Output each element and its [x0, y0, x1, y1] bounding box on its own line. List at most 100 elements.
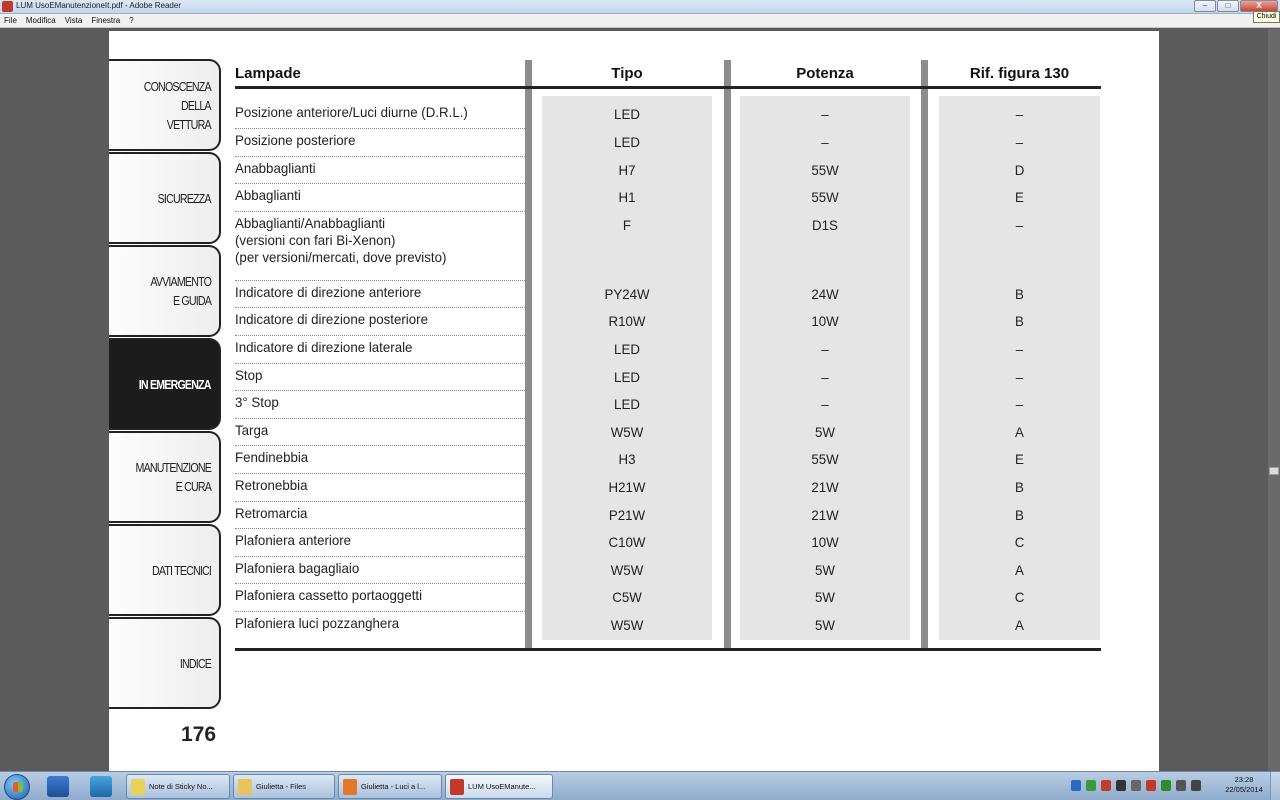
cell-rif: B [1015, 313, 1024, 329]
table-row: Stop LED – – [235, 364, 1101, 391]
cell-potenza: – [821, 369, 829, 385]
show-desktop-button[interactable] [1270, 772, 1280, 800]
cell-rif: E [1015, 451, 1024, 467]
adobe-reader-icon [2, 1, 13, 12]
section-tab-label: SICUREZZA [157, 190, 212, 206]
device-icon[interactable] [1176, 780, 1186, 791]
section-tab-label: MANUTENZIONE E CURA [135, 460, 212, 494]
scrollbar-thumb[interactable] [1269, 467, 1279, 475]
section-tab[interactable]: IN EMERGENZA [109, 338, 221, 430]
cell-tipo: H21W [608, 479, 646, 495]
lamp-name: Stop [235, 367, 263, 383]
start-button[interactable] [4, 774, 30, 800]
cell-potenza: 5W [815, 424, 835, 440]
lamp-name: Retronebbia [235, 477, 308, 493]
taskbar: Note di Sticky No... Giulietta - Files Giu… [0, 771, 1280, 800]
vertical-scrollbar[interactable] [1268, 29, 1280, 771]
title-bar: LUM UsoEManutenzioneIt.pdf - Adobe Reade… [0, 0, 1280, 23]
app-icon[interactable] [1116, 780, 1126, 791]
lamp-name: Plafoniera luci pozzanghera [235, 615, 400, 631]
cell-potenza: 10W [811, 313, 839, 329]
lamp-name: Plafoniera anteriore [235, 532, 352, 548]
section-tab[interactable]: MANUTENZIONE E CURA [109, 431, 221, 523]
cell-tipo: R10W [608, 313, 646, 329]
chart-icon[interactable] [1101, 780, 1111, 791]
section-tab[interactable]: CONOSCENZA DELLA VETTURA [109, 59, 221, 151]
pdf-page: CONOSCENZA DELLA VETTURA SICUREZZA AVVIAME… [109, 31, 1159, 771]
lamp-name: 3° Stop [235, 394, 279, 410]
cell-rif: – [1015, 217, 1024, 233]
lamp-name: Retromarcia [235, 505, 308, 521]
antivirus-icon[interactable] [1146, 780, 1156, 791]
word-icon[interactable] [47, 776, 69, 797]
firefox-icon [343, 778, 357, 795]
cell-tipo: H3 [618, 451, 636, 467]
cell-potenza: 55W [811, 162, 839, 178]
table-bottom-rule [235, 648, 1101, 651]
section-tab[interactable]: SICUREZZA [109, 152, 221, 244]
network-icon[interactable] [1071, 780, 1081, 791]
taskbar-button[interactable]: Note di Sticky No... [126, 774, 230, 799]
cell-tipo: LED [614, 341, 640, 357]
clock-time: 23:28 [1234, 775, 1254, 784]
cell-tipo: W5W [610, 424, 644, 440]
flag-icon[interactable] [1131, 780, 1141, 791]
update-icon[interactable] [1161, 780, 1171, 791]
cell-tipo: W5W [610, 562, 644, 578]
document-viewer[interactable]: CONOSCENZA DELLA VETTURA SICUREZZA AVVIAME… [0, 29, 1280, 771]
menu-help[interactable]: ? [129, 16, 133, 25]
menu-finestra[interactable]: Finestra [91, 16, 120, 25]
cell-rif: – [1015, 106, 1024, 122]
minimize-button[interactable]: – [1194, 0, 1216, 12]
quicklaunch-icon[interactable] [90, 776, 112, 797]
lamp-name: Plafoniera cassetto portaoggetti [235, 587, 423, 603]
taskbar-button-label: Note di Sticky No... [149, 782, 213, 791]
table-row: Plafoniera bagagliaio W5W 5W A [235, 557, 1101, 584]
cell-potenza: 10W [811, 534, 839, 550]
cell-tipo: PY24W [604, 286, 650, 302]
table-top-rule [235, 86, 1101, 89]
section-tab[interactable]: INDICE [109, 617, 221, 709]
header-tipo: Tipo [611, 65, 643, 82]
pdf-icon [450, 778, 464, 795]
cell-tipo: LED [614, 396, 640, 412]
lamp-name: Abbaglianti [235, 187, 301, 203]
lamp-name: Indicatore di direzione anteriore [235, 284, 422, 300]
clock[interactable]: 23:28 22/05/2014 [1224, 775, 1264, 795]
taskbar-button-label: Giulietta - Files [256, 782, 307, 791]
cell-rif: – [1015, 369, 1024, 385]
taskbar-button-label: Giulietta - Luci a l... [361, 782, 426, 791]
lamp-name: Fendinebbia [235, 449, 309, 465]
taskbar-button[interactable]: Giulietta - Luci a l... [338, 774, 442, 799]
table-row: Fendinebbia H3 55W E [235, 446, 1101, 474]
taskbar-button[interactable]: Giulietta - Files [233, 774, 335, 799]
section-tab-label: AVVIAMENTO E GUIDA [150, 274, 212, 308]
cell-tipo: LED [614, 134, 640, 150]
menu-vista[interactable]: Vista [65, 16, 83, 25]
cell-tipo: C10W [608, 534, 646, 550]
cell-tipo: LED [614, 106, 640, 122]
cell-tipo: F [622, 217, 632, 233]
menu-modifica[interactable]: Modifica [26, 16, 56, 25]
cell-rif: – [1015, 341, 1024, 357]
lamp-name: Abbaglianti/Anabbaglianti (versioni con … [235, 215, 447, 265]
table-row: Posizione anteriore/Luci diurne (D.R.L.)… [235, 101, 1101, 129]
cell-potenza: – [821, 341, 829, 357]
menu-file[interactable]: File [4, 16, 17, 25]
cell-rif: B [1015, 286, 1024, 302]
close-tooltip: Chiudi [1253, 11, 1280, 23]
lamp-name: Anabbaglianti [235, 160, 316, 176]
maximize-button[interactable]: □ [1217, 0, 1239, 12]
cell-potenza: 55W [811, 189, 839, 205]
taskbar-button[interactable]: LUM UsoEManute... [445, 774, 553, 799]
cell-tipo: LED [614, 369, 640, 385]
section-tab[interactable]: AVVIAMENTO E GUIDA [109, 245, 221, 337]
section-tab[interactable]: DATI TECNICI [109, 524, 221, 616]
cell-rif: A [1015, 562, 1024, 578]
shield-icon[interactable] [1086, 780, 1096, 791]
table-row: Retromarcia P21W 21W B [235, 502, 1101, 529]
table-row: 3° Stop LED – – [235, 391, 1101, 419]
volume-icon[interactable] [1191, 780, 1201, 791]
cell-tipo: W5W [610, 617, 644, 633]
window-title: LUM UsoEManutenzioneIt.pdf - Adobe Reade… [16, 1, 181, 10]
